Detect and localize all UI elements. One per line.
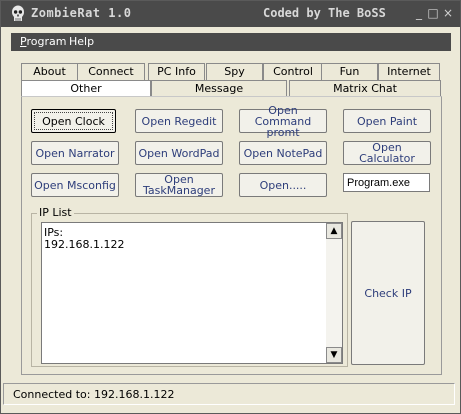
tab-about[interactable]: About	[21, 63, 78, 80]
open-regedit-button[interactable]: Open Regedit	[135, 109, 223, 133]
close-button[interactable]: ×	[442, 7, 454, 19]
open-command-label-line1: Open Command	[254, 103, 312, 128]
window-subtitle: Coded by The BoSS	[263, 6, 386, 20]
scroll-up-icon[interactable]: ▲	[326, 223, 342, 239]
open-msconfig-button[interactable]: Open Msconfig	[31, 173, 119, 197]
ip-listbox[interactable]: IPs: 192.168.1.122 ▲ ▼	[41, 222, 343, 364]
status-text: Connected to: 192.168.1.122	[13, 388, 175, 401]
maximize-button[interactable]: □	[427, 7, 439, 19]
ip-list-label: IP List	[37, 206, 74, 219]
tab-spy[interactable]: Spy	[206, 63, 263, 80]
status-bar: Connected to: 192.168.1.122	[3, 383, 455, 405]
open-taskmanager-label-line2: TaskManager	[143, 184, 215, 197]
skull-icon	[12, 5, 24, 21]
open-wordpad-button[interactable]: Open WordPad	[135, 141, 223, 165]
menu-program[interactable]: Program	[20, 35, 66, 48]
tab-fun[interactable]: Fun	[321, 63, 378, 80]
tab-matrix-chat[interactable]: Matrix Chat	[289, 80, 441, 97]
menu-bar: Program Help	[11, 33, 451, 51]
open-dots-button[interactable]: Open.....	[239, 173, 327, 197]
window-title: ZombieRat 1.0	[31, 6, 132, 20]
listbox-scrollbar[interactable]: ▲ ▼	[326, 223, 342, 363]
title-bar[interactable]: ZombieRat 1.0 Coded by The BoSS _ □ ×	[1, 1, 460, 27]
open-taskmanager-button[interactable]: Open TaskManager	[135, 173, 223, 197]
main-window: ZombieRat 1.0 Coded by The BoSS _ □ × Pr…	[0, 0, 461, 414]
open-command-label-line2: promt	[266, 125, 300, 139]
check-ip-button[interactable]: Check IP	[351, 221, 425, 365]
open-paint-button[interactable]: Open Paint	[343, 109, 431, 133]
tab-control[interactable]: Control	[263, 63, 323, 80]
tab-connect[interactable]: Connect	[77, 63, 145, 80]
tab-other[interactable]: Other	[21, 80, 151, 97]
open-narrator-button[interactable]: Open Narrator	[31, 141, 119, 165]
open-calculator-button[interactable]: Open Calculator	[343, 141, 431, 165]
tab-internet[interactable]: Internet	[378, 63, 440, 80]
tab-message[interactable]: Message	[151, 80, 287, 97]
menu-help[interactable]: Help	[69, 35, 94, 48]
minimize-button[interactable]: _	[413, 7, 425, 19]
open-notepad-button[interactable]: Open NotePad	[239, 141, 327, 165]
list-item[interactable]: 192.168.1.122	[44, 238, 124, 251]
program-input[interactable]	[343, 173, 430, 192]
open-clock-button[interactable]: Open Clock	[31, 109, 116, 133]
tab-pc-info[interactable]: PC Info	[148, 63, 205, 80]
scroll-down-icon[interactable]: ▼	[326, 347, 342, 363]
open-command-prompt-button[interactable]: Open Command promt	[239, 105, 327, 138]
